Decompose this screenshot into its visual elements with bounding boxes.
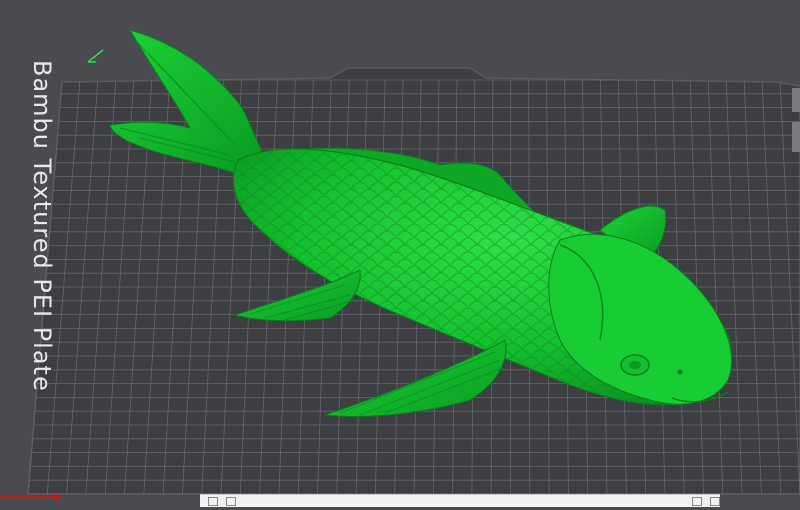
bottom-toolbar [200, 494, 720, 507]
layer-icon[interactable] [208, 497, 218, 506]
viewport-canvas [0, 0, 800, 506]
3d-viewport[interactable]: Bambu Textured PEI Plate [0, 0, 800, 506]
settings-icon[interactable] [710, 497, 720, 506]
plate-name-label: Bambu Textured PEI Plate [28, 60, 56, 360]
edit-icon [88, 50, 103, 62]
x-axis-indicator [0, 496, 56, 498]
camera-icon[interactable] [692, 497, 702, 506]
grid-icon[interactable] [226, 497, 236, 506]
